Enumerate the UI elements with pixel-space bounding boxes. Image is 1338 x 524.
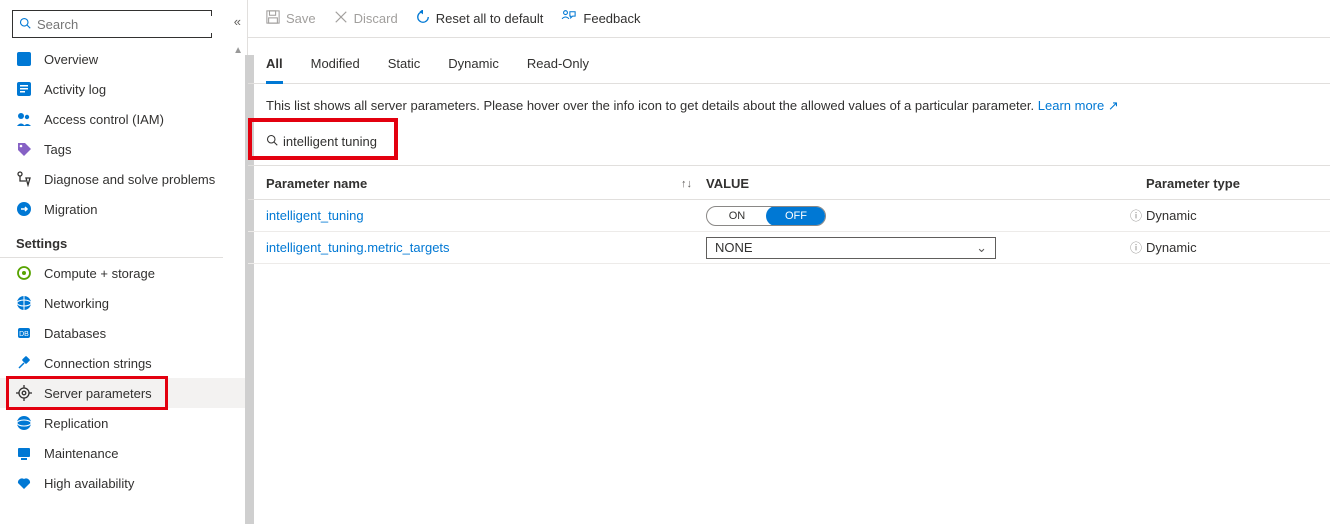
col-parameter-type[interactable]: Parameter type (1146, 176, 1330, 191)
filter-search-icon (266, 134, 278, 149)
save-label: Save (286, 11, 316, 26)
reset-label: Reset all to default (436, 11, 544, 26)
sidebar-item-compute[interactable]: Compute + storage (0, 258, 247, 288)
param-type: Dynamic (1146, 240, 1330, 255)
tags-icon (16, 141, 32, 157)
toggle-intelligent_tuning[interactable]: ONOFF (706, 206, 826, 226)
collapse-sidebar-icon[interactable]: « (234, 14, 241, 29)
sidebar-item-label: Activity log (44, 82, 106, 97)
toolbar: Save Discard Reset all to default Feedba… (248, 10, 1330, 38)
tab-read-only[interactable]: Read-Only (527, 56, 589, 83)
toggle-on[interactable]: ON (707, 207, 767, 225)
sidebar-item-label: Diagnose and solve problems (44, 172, 215, 187)
sidebar-item-conn[interactable]: Connection strings (0, 348, 247, 378)
description-text: This list shows all server parameters. P… (248, 84, 1338, 126)
col-value[interactable]: VALUE (706, 176, 1146, 191)
sidebar-item-label: Overview (44, 52, 98, 67)
tab-static[interactable]: Static (388, 56, 421, 83)
sidebar-item-label: Databases (44, 326, 106, 341)
tabs: All Modified Static Dynamic Read-Only (248, 38, 1330, 84)
toggle-off[interactable]: OFF (766, 206, 826, 226)
feedback-button[interactable]: Feedback (561, 10, 640, 27)
reset-icon (416, 10, 430, 27)
sidebar-item-iam[interactable]: Access control (IAM) (0, 104, 247, 134)
search-icon (19, 17, 31, 32)
sidebar-item-activity[interactable]: Activity log (0, 74, 247, 104)
sidebar-item-label: Maintenance (44, 446, 118, 461)
compute-icon (16, 265, 32, 281)
overview-icon (16, 51, 32, 67)
info-icon[interactable]: ⓘ (1126, 239, 1146, 256)
parameter-filter-input[interactable]: intelligent tuning (266, 130, 396, 152)
sidebar-item-tags[interactable]: Tags (0, 134, 247, 164)
scroll-up-indicator: ▲ (233, 45, 243, 56)
migration-icon (16, 201, 32, 217)
sidebar-item-label: Replication (44, 416, 108, 431)
select-intelligent_tuning.metric_targets[interactable]: NONE ⌄ (706, 237, 996, 259)
param-link[interactable]: intelligent_tuning.metric_targets (266, 240, 450, 255)
save-icon (266, 10, 280, 27)
feedback-label: Feedback (583, 11, 640, 26)
select-value: NONE (715, 240, 753, 255)
tab-all[interactable]: All (266, 56, 283, 84)
discard-label: Discard (354, 11, 398, 26)
iam-icon (16, 111, 32, 127)
table-row: intelligent_tuning.metric_targets NONE ⌄ ⓘD… (248, 232, 1330, 264)
ha-icon (16, 475, 32, 491)
sidebar-item-network[interactable]: Networking (0, 288, 247, 318)
sidebar-item-label: Compute + storage (44, 266, 155, 281)
table-row: intelligent_tuning ONOFF ⓘDynamic (248, 200, 1330, 232)
discard-button[interactable]: Discard (334, 10, 398, 27)
conn-icon (16, 355, 32, 371)
svg-text:DB: DB (19, 331, 29, 338)
param-link[interactable]: intelligent_tuning (266, 208, 364, 223)
tab-dynamic[interactable]: Dynamic (448, 56, 499, 83)
sidebar-item-label: Tags (44, 142, 71, 157)
learn-more-link[interactable]: Learn more ↗ (1038, 98, 1119, 113)
sort-icon[interactable]: ↑↓ (681, 178, 692, 190)
tab-modified[interactable]: Modified (311, 56, 360, 83)
external-link-icon: ↗ (1108, 98, 1119, 113)
info-icon[interactable]: ⓘ (1126, 207, 1146, 224)
reset-button[interactable]: Reset all to default (416, 10, 544, 27)
sidebar-item-label: Connection strings (44, 356, 152, 371)
filter-value: intelligent tuning (283, 134, 377, 149)
main-content: Save Discard Reset all to default Feedba… (248, 0, 1338, 524)
feedback-icon (561, 10, 577, 27)
chevron-down-icon: ⌄ (976, 240, 987, 256)
param-type: Dynamic (1146, 208, 1330, 223)
table-header: Parameter name ↑↓ VALUE Parameter type (248, 166, 1330, 200)
diagnose-icon (16, 171, 32, 187)
sidebar-item-label: Server parameters (44, 386, 152, 401)
params-icon (16, 385, 32, 401)
col-parameter-name[interactable]: Parameter name (266, 176, 367, 191)
network-icon (16, 295, 32, 311)
sidebar-item-ha[interactable]: High availability (0, 468, 247, 498)
sidebar-search[interactable] (12, 10, 212, 38)
sidebar-item-label: Networking (44, 296, 109, 311)
discard-icon (334, 10, 348, 27)
sidebar-item-migration[interactable]: Migration (0, 194, 247, 224)
sidebar-item-maint[interactable]: Maintenance (0, 438, 247, 468)
repl-icon (16, 415, 32, 431)
sidebar-group-settings: Settings (0, 224, 223, 258)
sidebar-item-diagnose[interactable]: Diagnose and solve problems (0, 164, 247, 194)
sidebar-item-overview[interactable]: Overview (0, 44, 247, 74)
activity-icon (16, 81, 32, 97)
sidebar-item-label: Migration (44, 202, 97, 217)
maint-icon (16, 445, 32, 461)
sidebar-search-input[interactable] (35, 16, 215, 33)
sidebar: « ▲ Overview Activity log Access control (… (0, 0, 248, 524)
filter-row: intelligent tuning (248, 130, 1330, 166)
sidebar-item-db[interactable]: DB Databases (0, 318, 247, 348)
sidebar-item-repl[interactable]: Replication (0, 408, 247, 438)
sidebar-item-label: High availability (44, 476, 134, 491)
db-icon: DB (16, 325, 32, 341)
sidebar-item-params[interactable]: Server parameters (0, 378, 247, 408)
sidebar-item-label: Access control (IAM) (44, 112, 164, 127)
save-button[interactable]: Save (266, 10, 316, 27)
